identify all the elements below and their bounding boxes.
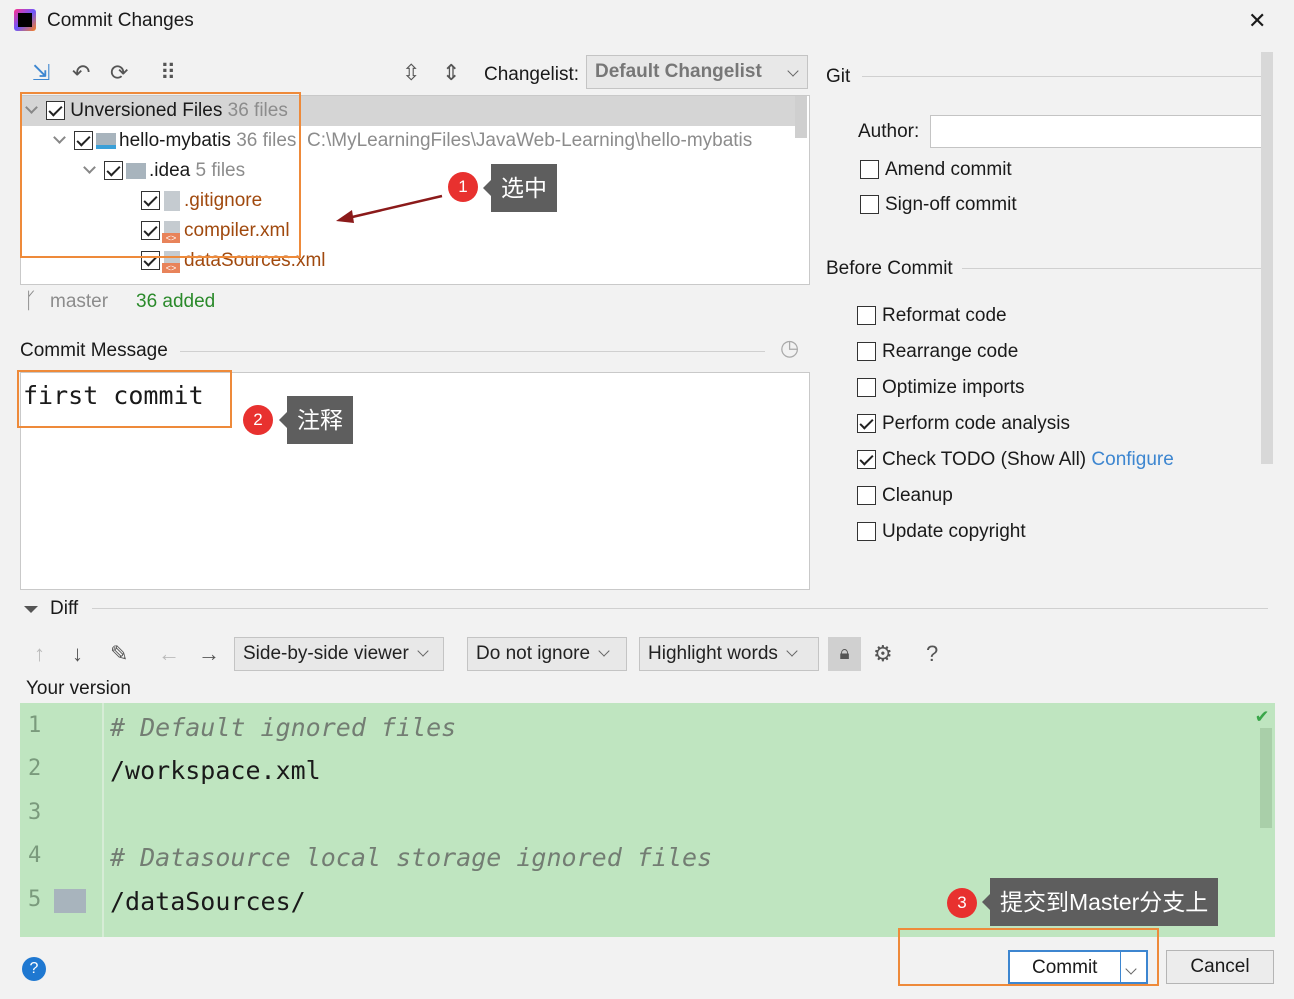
code-text: # Datasource local storage ignored files xyxy=(110,843,713,872)
app-logo-icon xyxy=(14,9,36,31)
cancel-button[interactable]: Cancel xyxy=(1166,950,1274,984)
ignore-select[interactable]: Do not ignore xyxy=(467,637,627,671)
amend-commit-checkbox[interactable]: Amend commit xyxy=(860,156,1012,184)
refresh-icon[interactable]: ⟳ xyxy=(110,62,128,84)
optimize-imports-checkbox[interactable]: Optimize imports xyxy=(857,374,1025,402)
annotation-box-message xyxy=(17,370,232,428)
divider xyxy=(862,76,1262,77)
show-diff-icon[interactable]: ⇲ xyxy=(32,62,50,84)
group-by-icon[interactable]: ⠿ xyxy=(160,62,176,84)
annotation-badge-1: 1 xyxy=(448,172,478,202)
option-label: Sign-off commit xyxy=(885,194,1017,215)
changelist-select[interactable]: Default Changelist xyxy=(586,55,808,89)
history-clock-icon[interactable]: ◷ xyxy=(780,337,799,359)
help-button[interactable]: ? xyxy=(22,957,46,981)
project-path: C:\MyLearningFiles\JavaWeb-Learning\hell… xyxy=(306,130,753,151)
diff-title: Diff xyxy=(50,598,79,619)
signoff-commit-checkbox[interactable]: Sign-off commit xyxy=(860,191,1017,219)
author-input[interactable] xyxy=(930,115,1270,148)
annotation-badge-2: 2 xyxy=(243,405,273,435)
expand-all-icon[interactable]: ⇳ xyxy=(402,62,420,84)
help-glyph: ? xyxy=(29,960,39,977)
annotation-box-files xyxy=(20,92,301,258)
divider xyxy=(962,268,1262,269)
divider xyxy=(180,351,765,352)
code-text: /dataSources/ xyxy=(110,887,306,916)
annotation-tooltip-1: 选中 xyxy=(483,164,557,212)
check-todo-checkbox[interactable]: Check TODO (Show All) Configure xyxy=(857,446,1174,474)
highlight-value: Highlight words xyxy=(648,643,778,664)
git-section-title: Git xyxy=(826,66,851,87)
line-number: 2 xyxy=(28,756,42,781)
right-panel-scrollbar[interactable] xyxy=(1261,52,1273,464)
collapse-all-icon[interactable]: ⇕ xyxy=(442,62,460,84)
folder-icon xyxy=(54,889,86,913)
diff-collapse-icon[interactable] xyxy=(24,606,38,613)
annotation-badge-3: 3 xyxy=(947,888,977,918)
line-number: 3 xyxy=(28,800,42,825)
configure-link[interactable]: Configure xyxy=(1091,449,1173,470)
prev-file-icon[interactable]: ← xyxy=(158,643,180,665)
option-label: Amend commit xyxy=(885,159,1012,180)
cancel-label: Cancel xyxy=(1190,956,1250,977)
update-copyright-checkbox[interactable]: Update copyright xyxy=(857,518,1026,546)
gutter-divider xyxy=(102,703,104,937)
changelist-value: Default Changelist xyxy=(595,61,762,82)
line-number: 5 xyxy=(28,887,42,912)
settings-gear-icon[interactable]: ⚙ xyxy=(873,643,893,665)
added-count: 36 added xyxy=(136,291,216,312)
option-label: Optimize imports xyxy=(882,377,1025,398)
next-diff-icon[interactable]: ↓ xyxy=(72,643,83,665)
next-file-icon[interactable]: → xyxy=(198,643,220,665)
reformat-code-checkbox[interactable]: Reformat code xyxy=(857,302,1007,330)
close-button[interactable]: ✕ xyxy=(1248,8,1266,34)
window-title: Commit Changes xyxy=(47,10,194,31)
code-text: # Default ignored files xyxy=(110,713,457,742)
branch-name: master xyxy=(50,291,109,312)
annotation-tooltip-2: 注释 xyxy=(279,396,353,444)
option-label: Reformat code xyxy=(882,305,1007,326)
annotation-box-commit xyxy=(898,928,1159,986)
highlight-select[interactable]: Highlight words xyxy=(639,637,819,671)
lock-icon[interactable]: 🔒︎ xyxy=(828,637,861,671)
option-label: Perform code analysis xyxy=(882,413,1070,434)
author-label: Author: xyxy=(858,121,920,142)
commit-message-label: Commit Message xyxy=(20,340,168,361)
annotation-arrow xyxy=(336,194,443,223)
line-number: 4 xyxy=(28,843,42,868)
option-label: Cleanup xyxy=(882,485,953,506)
code-text: /workspace.xml xyxy=(110,756,321,785)
editor-scrollbar[interactable] xyxy=(1260,728,1272,828)
tree-scrollbar[interactable] xyxy=(795,96,807,138)
viewer-select[interactable]: Side-by-side viewer xyxy=(234,637,444,671)
no-problems-check-icon: ✔ xyxy=(1256,703,1269,727)
cleanup-checkbox[interactable]: Cleanup xyxy=(857,482,953,510)
before-commit-title: Before Commit xyxy=(826,258,953,279)
code-analysis-checkbox[interactable]: Perform code analysis xyxy=(857,410,1070,438)
option-label: Rearrange code xyxy=(882,341,1019,362)
annotation-tooltip-3: 提交到Master分支上 xyxy=(981,878,1219,926)
edit-icon[interactable]: ✎ xyxy=(110,643,128,665)
rollback-icon[interactable]: ↶ xyxy=(72,62,90,84)
option-label: Update copyright xyxy=(882,521,1026,542)
line-number: 1 xyxy=(28,713,42,738)
title-bar: Commit Changes ✕ xyxy=(0,0,1294,42)
divider xyxy=(92,608,1268,609)
changelist-label: Changelist: xyxy=(484,64,580,85)
help-icon[interactable]: ? xyxy=(926,643,938,665)
your-version-label: Your version xyxy=(26,678,131,699)
option-label: Check TODO (Show All) xyxy=(882,449,1087,470)
branch-icon: ᚴ xyxy=(24,288,38,313)
ignore-value: Do not ignore xyxy=(476,643,591,664)
prev-diff-icon[interactable]: ↑ xyxy=(34,643,45,665)
rearrange-code-checkbox[interactable]: Rearrange code xyxy=(857,338,1018,366)
viewer-value: Side-by-side viewer xyxy=(243,643,409,664)
